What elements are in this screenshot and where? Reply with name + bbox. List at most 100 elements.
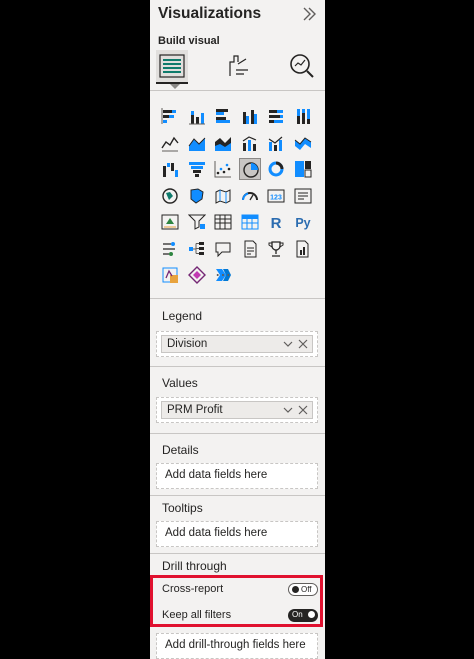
scatter-chart-icon — [214, 161, 231, 178]
legend-well[interactable]: Division — [156, 331, 318, 357]
toggle-knob — [292, 586, 299, 593]
cross-report-toggle[interactable]: Off — [288, 583, 318, 596]
visual-kpi[interactable] — [159, 211, 181, 233]
visual-line-stacked-column[interactable] — [265, 132, 287, 154]
visual-r-script[interactable]: R — [265, 211, 287, 233]
chevron-down-icon[interactable] — [282, 403, 294, 417]
waterfall-chart-icon — [163, 163, 178, 177]
double-chevron-right-icon — [303, 7, 316, 21]
visual-ribbon-chart[interactable] — [292, 132, 314, 154]
legend-field-name: Division — [167, 338, 208, 350]
filled-map-icon — [190, 188, 204, 204]
visual-power-apps[interactable] — [159, 264, 181, 286]
tab-build-visual[interactable] — [156, 50, 188, 84]
tab-analytics[interactable] — [286, 50, 318, 82]
visual-slicer[interactable] — [186, 211, 208, 233]
visual-azure-map[interactable] — [212, 185, 234, 207]
ellipsis-icon: ⋯ — [215, 267, 231, 284]
visual-clustered-bar[interactable] — [212, 105, 234, 127]
stacked-area-icon — [215, 137, 231, 151]
close-icon[interactable] — [297, 337, 309, 351]
keep-all-filters-toggle[interactable]: On — [288, 609, 318, 622]
tab-caret — [170, 84, 180, 89]
visual-pie-chart[interactable] — [239, 158, 261, 180]
visual-matrix[interactable] — [239, 211, 261, 233]
slicer-icon — [188, 214, 206, 230]
keep-all-filters-label: Keep all filters — [162, 609, 232, 621]
visual-waterfall-chart[interactable] — [159, 158, 181, 180]
visualizations-pane: Visualizations Build visual 123 R Py ⋯ L… — [150, 0, 325, 659]
pie-chart-icon — [243, 162, 259, 178]
key-influencers-icon — [163, 242, 175, 256]
divider — [150, 90, 325, 91]
visual-table[interactable] — [212, 211, 234, 233]
values-field-chip[interactable]: PRM Profit — [161, 401, 313, 419]
chevron-down-icon[interactable] — [282, 337, 294, 351]
multi-row-card-icon — [294, 188, 312, 204]
visual-treemap[interactable] — [292, 158, 314, 180]
visual-filled-map[interactable] — [186, 185, 208, 207]
analytics-icon — [290, 54, 314, 78]
visual-card[interactable]: 123 — [265, 185, 287, 207]
visual-smart-narrative[interactable] — [239, 238, 261, 260]
line-chart-icon — [161, 136, 179, 152]
close-icon[interactable] — [297, 403, 309, 417]
visual-goals[interactable] — [265, 238, 287, 260]
svg-text:Py: Py — [295, 216, 310, 230]
legend-label: Legend — [162, 309, 203, 323]
details-placeholder: Add data fields here — [165, 469, 268, 481]
visual-decomposition-tree[interactable] — [186, 238, 208, 260]
visual-power-automate[interactable] — [186, 264, 208, 286]
details-well[interactable]: Add data fields here — [156, 463, 318, 489]
drill-through-label: Drill through — [162, 559, 227, 573]
matrix-icon — [241, 214, 259, 230]
format-visual-icon — [229, 55, 248, 76]
visual-funnel-chart[interactable] — [186, 158, 208, 180]
visual-scatter-chart[interactable] — [212, 158, 234, 180]
visual-gauge[interactable] — [239, 185, 261, 207]
line-stacked-column-icon — [268, 136, 283, 151]
more-visuals-button[interactable]: ⋯ — [212, 264, 234, 286]
card-icon: 123 — [267, 189, 285, 203]
donut-chart-icon — [268, 161, 284, 177]
100-stacked-column-icon — [297, 109, 310, 124]
tooltips-well[interactable]: Add data fields here — [156, 521, 318, 547]
visual-donut-chart[interactable] — [265, 158, 287, 180]
divider — [150, 366, 325, 367]
cross-report-state: Off — [301, 585, 312, 594]
stacked-bar-icon — [161, 108, 176, 124]
smart-narrative-icon — [244, 240, 257, 258]
tab-format-visual[interactable] — [222, 50, 254, 82]
visual-stacked-column[interactable] — [186, 105, 208, 127]
visual-python-script[interactable]: Py — [292, 211, 314, 233]
visual-area-chart[interactable] — [186, 132, 208, 154]
visual-100-stacked-column[interactable] — [292, 105, 314, 127]
collapse-pane-button[interactable] — [301, 4, 317, 24]
cross-report-label: Cross-report — [162, 583, 224, 595]
divider — [150, 553, 325, 554]
legend-field-chip[interactable]: Division — [161, 335, 313, 353]
drill-through-well[interactable]: Add drill-through fields here — [156, 633, 318, 659]
visual-stacked-bar[interactable] — [159, 105, 181, 127]
table-icon — [214, 214, 232, 230]
visual-stacked-area[interactable] — [212, 132, 234, 154]
visual-multi-row-card[interactable] — [292, 185, 314, 207]
visual-100-stacked-bar[interactable] — [265, 105, 287, 127]
azure-map-icon — [215, 189, 231, 204]
divider — [150, 495, 325, 496]
visual-key-influencers[interactable] — [159, 238, 181, 260]
visual-map[interactable] — [159, 185, 181, 207]
details-label: Details — [162, 443, 199, 457]
clustered-bar-icon — [216, 109, 230, 123]
visual-line-chart[interactable] — [159, 132, 181, 154]
visual-clustered-column[interactable] — [239, 105, 261, 127]
visual-qa[interactable] — [212, 238, 234, 260]
values-field-name: PRM Profit — [167, 404, 223, 416]
values-well[interactable]: PRM Profit — [156, 397, 318, 423]
visual-paginated-report[interactable] — [292, 238, 314, 260]
gauge-icon — [242, 192, 258, 201]
goals-icon — [268, 241, 284, 257]
r-script-icon: R — [271, 215, 282, 231]
visual-line-clustered-column[interactable] — [239, 132, 261, 154]
map-icon — [162, 188, 178, 204]
